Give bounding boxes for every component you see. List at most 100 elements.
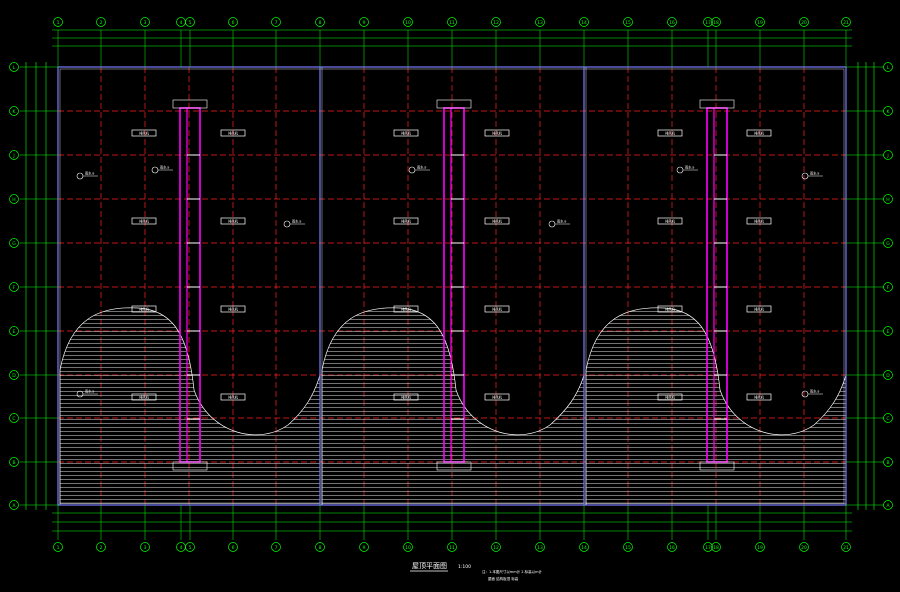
drain-label: 雨水斗 [810,171,820,176]
plan-title: 屋顶平面图 [412,562,447,570]
equipment-label: 排风机 [401,395,411,400]
row-label: J [12,153,14,159]
row-label: H [886,197,889,203]
column-label: 9 [363,20,366,26]
column-label: 17 [705,20,711,26]
drain-label: 雨水斗 [685,165,695,170]
column-label: 7 [275,20,278,26]
equipment-label: 排风机 [754,395,764,400]
row-label: C [886,416,889,422]
row-label: A [886,503,890,509]
equipment-label: 排风机 [754,219,764,224]
column-label: 16 [669,545,675,551]
drain-symbol [801,172,809,180]
equipment-label: 排风机 [492,219,502,224]
row-label: C [12,416,15,422]
column-label: 14 [581,545,587,551]
column-label: 3 [144,20,147,26]
drain-symbol [283,220,291,228]
row-label: A [12,503,16,509]
roof-plan-drawing: 1122334455667788991010111112121313141415… [9,17,893,581]
equipment-label: 排风机 [228,307,238,312]
drain-label: 雨水斗 [417,165,427,170]
equipment-label: 排风机 [401,131,411,136]
row-label: F [887,285,890,291]
row-label: K [887,109,891,115]
column-label: 19 [757,545,763,551]
row-label: B [12,460,15,466]
equipment-label: 排风机 [665,307,675,312]
equipment-label: 排风机 [139,219,149,224]
row-label: J [886,153,888,159]
column-label: 15 [625,20,631,26]
column-label: 13 [537,20,543,26]
ladder-top-cap [172,99,208,109]
equipment-label: 排风机 [492,307,502,312]
equipment-label: 排风机 [228,395,238,400]
column-label: 5 [189,20,192,26]
column-label: 10 [405,545,411,551]
column-label: 21 [843,20,849,26]
equipment-label: 排风机 [754,307,764,312]
drain-symbol [151,166,159,174]
row-label: E [887,329,890,335]
ladder-top-cap [699,99,735,109]
drain-symbol [801,390,809,398]
equipment-label: 排风机 [665,131,675,136]
drain-symbol [676,166,684,174]
equipment-label: 排风机 [228,131,238,136]
drain-symbol [548,220,556,228]
column-label: 11 [449,545,455,551]
equipment-label: 排风机 [139,131,149,136]
equipment-label: 排风机 [139,395,149,400]
drain-label: 雨水斗 [557,219,567,224]
column-label: 7 [275,545,278,551]
note-line-1: 注：1.本图尺寸以mm计 2.标高以m计 [482,569,543,574]
row-label: B [886,460,889,466]
column-label: 14 [581,20,587,26]
column-label: 6 [232,20,235,26]
equipment-label: 排风机 [139,307,149,312]
column-label: 18 [713,545,719,551]
column-label: 16 [669,20,675,26]
column-label: 15 [625,545,631,551]
column-label: 18 [713,20,719,26]
column-label: 5 [189,545,192,551]
column-label: 17 [705,545,711,551]
equipment-label: 排风机 [228,219,238,224]
drain-label: 雨水斗 [292,219,302,224]
row-label: G [12,241,16,247]
column-label: 8 [319,20,322,26]
drain-symbol [76,172,84,180]
column-label: 4 [180,545,183,551]
equipment-label: 排风机 [401,219,411,224]
column-label: 4 [180,20,183,26]
row-label: K [13,109,17,115]
row-label: L [13,65,16,71]
row-label: D [886,373,890,379]
hatched-roof-areas [59,307,847,506]
column-label: 9 [363,545,366,551]
column-label: 20 [801,20,807,26]
column-label: 10 [405,20,411,26]
column-label: 1 [57,545,60,551]
drain-label: 雨水斗 [85,389,95,394]
column-label: 2 [100,545,103,551]
row-label: E [13,329,16,335]
column-label: 1 [57,20,60,26]
equipment-label: 排风机 [492,395,502,400]
column-label: 19 [757,20,763,26]
column-label: 3 [144,545,147,551]
row-label: L [887,65,890,71]
equipment-label: 排风机 [665,395,675,400]
drain-label: 雨水斗 [160,165,170,170]
plan-scale: 1:100 [458,564,471,570]
equipment-label: 排风机 [401,307,411,312]
drain-label: 雨水斗 [810,389,820,394]
equipment-label: 排风机 [492,131,502,136]
column-label: 11 [449,20,455,26]
hatched-bay-1 [59,307,321,506]
title-block: 屋顶平面图 1:100 注：1.本图尺寸以mm计 2.标高以m计 屋面 结构板顶… [410,562,543,581]
drain-symbol [408,166,416,174]
column-label: 6 [232,545,235,551]
